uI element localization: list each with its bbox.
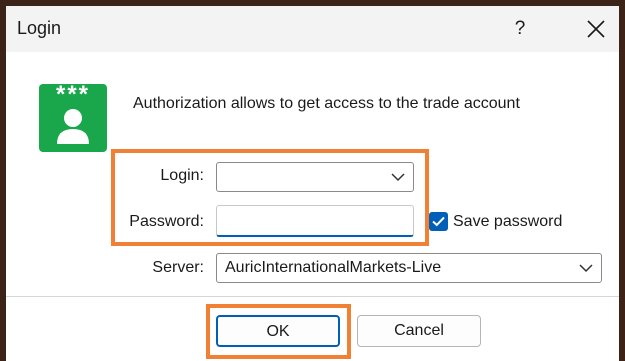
login-label: Login: [160,167,204,184]
password-field[interactable] [216,205,414,237]
chevron-down-icon [391,173,405,182]
checkmark-icon [432,216,445,227]
authorization-description: Authorization allows to get access to th… [133,95,520,112]
chevron-down-icon [579,264,593,273]
ok-button[interactable]: OK [216,315,340,347]
dialog-title: Login [17,18,62,38]
server-combobox[interactable]: AuricInternationalMarkets-Live [216,253,602,283]
cancel-button[interactable]: Cancel [357,315,481,347]
help-icon: ? [514,18,526,39]
login-combobox[interactable] [216,162,414,192]
divider [6,296,619,297]
account-icon: *** [39,83,107,152]
password-label: Password: [129,213,204,230]
title-bar: Login ? [6,6,619,52]
login-dialog: Login ? *** Authorization allows to get … [6,6,619,361]
save-password-label: Save password [453,213,563,230]
close-icon [587,20,605,38]
user-icon [57,109,89,144]
close-button[interactable] [576,10,616,48]
screen-background: Login ? *** Authorization allows to get … [0,0,625,361]
help-button[interactable]: ? [500,10,540,48]
save-password-checkbox[interactable] [429,212,448,231]
server-value: AuricInternationalMarkets-Live [225,259,442,276]
server-label: Server: [152,259,204,276]
